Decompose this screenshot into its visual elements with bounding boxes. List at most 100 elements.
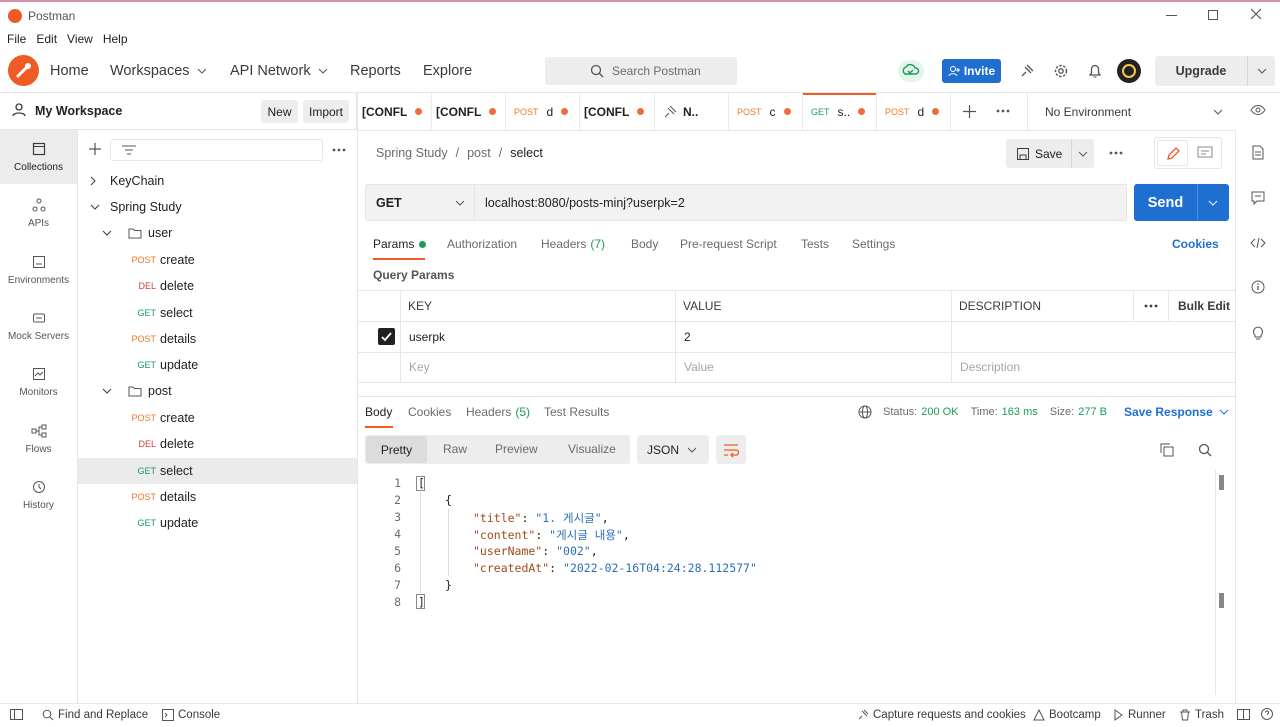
tab-tests[interactable]: Tests: [801, 237, 829, 251]
postman-logo-icon[interactable]: [8, 55, 39, 86]
status-value[interactable]: 200 OK: [921, 406, 958, 418]
resp-tab-body[interactable]: Body: [365, 405, 392, 419]
filter-input[interactable]: [110, 139, 323, 161]
trash-button[interactable]: Trash: [1179, 703, 1224, 727]
layout-toggle-icon[interactable]: [1237, 709, 1250, 720]
view-pretty[interactable]: Pretty: [366, 436, 427, 463]
resp-tab-tests[interactable]: Test Results: [544, 405, 609, 419]
copy-icon[interactable]: [1160, 443, 1174, 457]
tree-request-item[interactable]: DEL delete: [0, 431, 357, 457]
chevron-down-icon[interactable]: [1208, 200, 1218, 206]
add-collection-icon[interactable]: [89, 143, 101, 155]
request-tab[interactable]: [CONFL: [580, 93, 655, 130]
scrollbar-thumb[interactable]: [1219, 593, 1224, 608]
new-description-input[interactable]: Description: [960, 360, 1020, 374]
request-tab[interactable]: [CONFL: [358, 93, 432, 130]
bootcamp-button[interactable]: Bootcamp: [1033, 703, 1101, 727]
globe-icon[interactable]: [858, 405, 872, 419]
nav-explore[interactable]: Explore: [423, 63, 472, 79]
tree-request-item[interactable]: GET select: [0, 300, 357, 326]
bulk-edit-button[interactable]: Bulk Edit: [1170, 290, 1230, 321]
workspace-name[interactable]: My Workspace: [35, 104, 122, 118]
tab-prerequest[interactable]: Pre-request Script: [680, 237, 777, 251]
menu-view[interactable]: View: [67, 32, 93, 46]
save-button[interactable]: Save: [1006, 139, 1094, 168]
cookies-link[interactable]: Cookies: [1172, 237, 1219, 251]
menu-help[interactable]: Help: [103, 32, 128, 46]
sidebar-apis[interactable]: APIs: [0, 198, 77, 229]
edit-pencil-icon[interactable]: [1157, 140, 1188, 166]
breadcrumb-collection[interactable]: Spring Study: [376, 146, 448, 160]
param-key[interactable]: userpk: [409, 330, 445, 344]
request-tab[interactable]: [CONFL: [432, 93, 506, 130]
upgrade-button[interactable]: Upgrade: [1155, 56, 1275, 86]
capture-requests[interactable]: Capture requests and cookies: [857, 703, 1026, 727]
request-tab[interactable]: GET s..: [803, 93, 877, 130]
tab-authorization[interactable]: Authorization: [447, 237, 517, 251]
request-tab[interactable]: POST d: [506, 93, 580, 130]
find-and-replace[interactable]: Find and Replace: [42, 703, 148, 727]
satellite-icon[interactable]: [1019, 63, 1035, 79]
tab-params[interactable]: Params: [373, 237, 427, 251]
view-preview[interactable]: Preview: [495, 442, 538, 456]
new-key-input[interactable]: Key: [409, 360, 430, 374]
notification-bell-icon[interactable]: [1088, 63, 1102, 79]
request-tab[interactable]: N..: [655, 93, 729, 130]
send-button[interactable]: Send: [1134, 184, 1229, 221]
size-value[interactable]: 277 B: [1078, 406, 1107, 418]
chevron-down-icon[interactable]: [1078, 151, 1088, 157]
comment-icon[interactable]: [1191, 140, 1219, 166]
menu-edit[interactable]: Edit: [36, 32, 57, 46]
resp-tab-headers[interactable]: Headers (5): [466, 405, 530, 419]
request-more-icon[interactable]: [1109, 151, 1123, 155]
runner-button[interactable]: Runner: [1112, 703, 1166, 727]
avatar[interactable]: [1117, 59, 1141, 83]
documentation-icon[interactable]: [1252, 145, 1264, 160]
resp-tab-cookies[interactable]: Cookies: [408, 405, 451, 419]
tree-request-item[interactable]: GET update: [0, 352, 357, 378]
search-input[interactable]: Search Postman: [545, 57, 737, 85]
request-tab[interactable]: POST c: [729, 93, 803, 130]
time-value[interactable]: 163 ms: [1002, 406, 1038, 418]
help-icon[interactable]: [1261, 708, 1273, 720]
close-icon[interactable]: [1250, 8, 1262, 20]
request-tab[interactable]: POST d: [877, 93, 951, 130]
tree-request-item[interactable]: GET update: [0, 510, 357, 536]
code-snippet-icon[interactable]: [1250, 237, 1266, 249]
url-input[interactable]: localhost:8080/posts-minj?userpk=2: [474, 184, 1127, 221]
nav-workspaces[interactable]: Workspaces: [110, 63, 207, 79]
console-button[interactable]: Console: [162, 703, 220, 727]
view-raw[interactable]: Raw: [443, 442, 467, 456]
scrollbar-thumb[interactable]: [1219, 475, 1224, 490]
settings-gear-icon[interactable]: [1053, 63, 1069, 79]
view-visualize[interactable]: Visualize: [568, 442, 616, 456]
table-more-icon[interactable]: [1144, 304, 1158, 308]
sidebar-collections[interactable]: Collections: [0, 142, 77, 173]
nav-home[interactable]: Home: [50, 63, 89, 79]
import-button[interactable]: Import: [303, 100, 349, 123]
search-response-icon[interactable]: [1198, 443, 1212, 457]
param-checkbox[interactable]: [378, 328, 395, 345]
invite-button[interactable]: Invite: [942, 59, 1001, 83]
save-response-button[interactable]: Save Response: [1124, 405, 1229, 419]
tree-request-item[interactable]: POST create: [0, 247, 357, 273]
tree-folder-user[interactable]: user: [102, 220, 172, 246]
tree-request-item[interactable]: POST details: [0, 484, 357, 510]
toggle-sidebar-icon[interactable]: [10, 709, 23, 720]
nav-api-network[interactable]: API Network: [230, 63, 328, 79]
new-value-input[interactable]: Value: [684, 360, 714, 374]
breadcrumb-folder[interactable]: post: [467, 146, 491, 160]
lightbulb-icon[interactable]: [1252, 325, 1264, 340]
comments-icon[interactable]: [1251, 191, 1265, 205]
eye-icon[interactable]: [1250, 104, 1266, 116]
tab-settings[interactable]: Settings: [852, 237, 895, 251]
method-select[interactable]: GET: [365, 184, 474, 221]
sync-cloud-icon[interactable]: [898, 60, 924, 82]
tree-request-item[interactable]: DEL delete: [0, 273, 357, 299]
nav-reports[interactable]: Reports: [350, 63, 401, 79]
minimize-icon[interactable]: [1166, 15, 1177, 16]
tab-body[interactable]: Body: [631, 237, 658, 251]
chevron-down-icon[interactable]: [1257, 68, 1267, 74]
maximize-icon[interactable]: [1208, 10, 1218, 20]
menu-file[interactable]: File: [7, 32, 26, 46]
